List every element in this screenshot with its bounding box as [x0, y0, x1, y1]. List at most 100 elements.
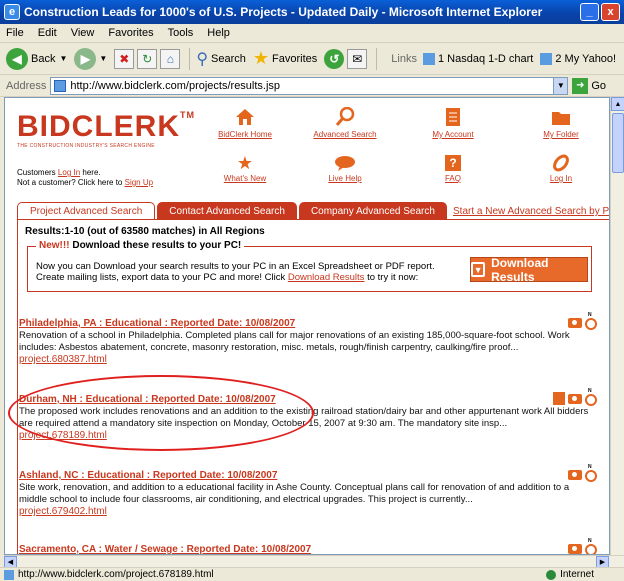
customer-login-text: Customers Log In here. Not a customer? C…	[17, 168, 154, 187]
nav-my-folder[interactable]: My Folder	[521, 108, 601, 139]
chat-bubble-icon	[334, 154, 356, 172]
result-title[interactable]: Durham, NH : Educational : Reported Date…	[19, 394, 597, 405]
tab-project-advanced-search[interactable]: Project Advanced Search	[17, 202, 156, 220]
stop-icon[interactable]: ✖	[114, 48, 135, 69]
menu-favorites[interactable]: Favorites	[108, 27, 153, 39]
camera-icon[interactable]	[568, 470, 582, 480]
nav-my-account[interactable]: My Account	[413, 108, 493, 139]
star-icon: ★	[236, 152, 254, 173]
search-button[interactable]: ⚲ Search	[196, 49, 246, 69]
status-url: http://www.bidclerk.com/project.678189.h…	[18, 569, 214, 580]
result-icons: N	[553, 388, 597, 406]
back-button[interactable]: ◀ Back ▼	[6, 47, 67, 70]
download-results-link[interactable]: Download Results	[288, 272, 365, 283]
nav-advanced-search[interactable]: Advanced Search	[305, 107, 385, 139]
link-nasdaq[interactable]: 1 Nasdaq 1-D chart	[422, 52, 533, 65]
map-compass-icon[interactable]: N	[585, 464, 597, 482]
toolbar-separator	[189, 47, 191, 70]
page-icon	[422, 52, 435, 65]
question-icon: ?	[442, 154, 464, 172]
address-url: http://www.bidclerk.com/projects/results…	[70, 79, 281, 92]
result-description: Site work, renovation, and addition to a…	[19, 482, 570, 505]
forward-button[interactable]: ▶ ▼	[74, 47, 107, 70]
document-icon	[442, 108, 464, 126]
result-link[interactable]: project.680387.html	[19, 354, 597, 365]
menu-bar: File Edit View Favorites Tools Help	[0, 24, 624, 43]
link-icon	[550, 154, 572, 172]
start-new-search-link[interactable]: Start a New Advanced Search by Project	[453, 206, 609, 217]
address-label: Address	[6, 79, 47, 92]
scroll-up-icon[interactable]: ▲	[611, 97, 624, 111]
top-navigation: BidClerk Home Advanced Search My Account…	[205, 107, 605, 200]
refresh-icon[interactable]: ↻	[137, 48, 158, 69]
vertical-scrollbar[interactable]: ▲	[610, 97, 624, 555]
document-icon[interactable]	[553, 392, 565, 405]
nav-live-help[interactable]: Live Help	[305, 154, 385, 183]
link-my-yahoo[interactable]: 2 My Yahoo!	[540, 52, 616, 65]
toolbar-separator-2	[376, 47, 378, 70]
nav-log-in[interactable]: Log In	[521, 154, 601, 183]
result-item: Sacramento, CA : Water / Sewage : Report…	[19, 538, 597, 554]
mail-icon[interactable]: ✉	[347, 48, 368, 69]
menu-help[interactable]: Help	[207, 27, 230, 39]
map-compass-icon[interactable]: N	[585, 538, 597, 554]
address-dropdown-icon[interactable]: ▼	[553, 77, 568, 94]
camera-icon[interactable]	[568, 394, 582, 404]
menu-file[interactable]: File	[6, 27, 24, 39]
horizontal-scrollbar[interactable]: ◀ ▶	[4, 555, 624, 568]
map-compass-icon[interactable]: N	[585, 388, 597, 406]
page-icon	[4, 569, 14, 580]
home-icon[interactable]: ⌂	[160, 48, 181, 69]
links-label: Links	[391, 52, 417, 65]
result-link[interactable]: project.678189.html	[19, 430, 597, 441]
page-viewport: BIDCLERKTM THE CONSTRUCTION INDUSTRY'S S…	[4, 97, 610, 555]
scroll-thumb[interactable]	[612, 113, 624, 173]
menu-edit[interactable]: Edit	[38, 27, 57, 39]
search-tabs: Project Advanced Search Contact Advanced…	[17, 202, 449, 220]
forward-dropdown-icon[interactable]: ▼	[99, 54, 107, 63]
address-bar: Address http://www.bidclerk.com/projects…	[0, 75, 624, 97]
security-zone: Internet	[546, 569, 624, 580]
result-title[interactable]: Philadelphia, PA : Educational : Reporte…	[19, 318, 597, 329]
sign-up-link[interactable]: Sign Up	[125, 178, 153, 187]
camera-icon[interactable]	[568, 318, 582, 328]
results-count: Results:1-10 (out of 63580 matches) in A…	[25, 226, 265, 237]
bidclerk-logo[interactable]: BIDCLERKTM	[17, 110, 195, 144]
result-link[interactable]: project.679402.html	[19, 506, 597, 517]
house-icon	[234, 108, 256, 126]
result-title[interactable]: Sacramento, CA : Water / Sewage : Report…	[19, 544, 597, 554]
menu-tools[interactable]: Tools	[168, 27, 194, 39]
nav-faq[interactable]: ? FAQ	[413, 154, 493, 183]
forward-arrow-icon: ▶	[74, 47, 97, 70]
camera-icon[interactable]	[568, 544, 582, 554]
page-icon	[54, 79, 67, 92]
map-compass-icon[interactable]: N	[585, 312, 597, 330]
download-promo-box: New!!! Download these results to your PC…	[27, 240, 592, 292]
minimize-button[interactable]: _	[580, 3, 599, 21]
result-icons: N	[568, 312, 597, 330]
address-input[interactable]: http://www.bidclerk.com/projects/results…	[50, 76, 569, 95]
favorites-button[interactable]: ★ Favorites	[253, 48, 317, 69]
back-dropdown-icon[interactable]: ▼	[59, 54, 67, 63]
status-bar: http://www.bidclerk.com/project.678189.h…	[0, 567, 624, 581]
page-icon	[540, 52, 553, 65]
result-item: Ashland, NC : Educational : Reported Dat…	[19, 464, 597, 517]
tab-contact-advanced-search[interactable]: Contact Advanced Search	[157, 202, 297, 220]
download-promo-text: Now you can Download your search results…	[36, 261, 435, 283]
star-icon: ★	[252, 48, 270, 68]
result-description: Renovation of a school in Philadelphia. …	[19, 330, 570, 353]
tab-company-advanced-search[interactable]: Company Advanced Search	[298, 202, 447, 220]
close-button[interactable]: x	[601, 3, 620, 21]
window-titlebar: e Construction Leads for 1000's of U.S. …	[0, 0, 624, 24]
result-title[interactable]: Ashland, NC : Educational : Reported Dat…	[19, 470, 597, 481]
nav-bidclerk-home[interactable]: BidClerk Home	[205, 108, 285, 139]
logo-tagline: THE CONSTRUCTION INDUSTRY'S SEARCH ENGIN…	[17, 143, 155, 149]
result-icons: N	[568, 464, 597, 482]
login-here-link[interactable]: Log In	[58, 168, 80, 177]
nav-whats-new[interactable]: ★ What's New	[205, 152, 285, 184]
menu-view[interactable]: View	[71, 27, 95, 39]
download-results-button[interactable]: ▼ Download Results	[470, 256, 588, 284]
history-icon[interactable]: ↺	[324, 48, 345, 69]
go-button[interactable]: ➜ Go	[572, 77, 606, 94]
result-item: Durham, NH : Educational : Reported Date…	[19, 388, 597, 441]
